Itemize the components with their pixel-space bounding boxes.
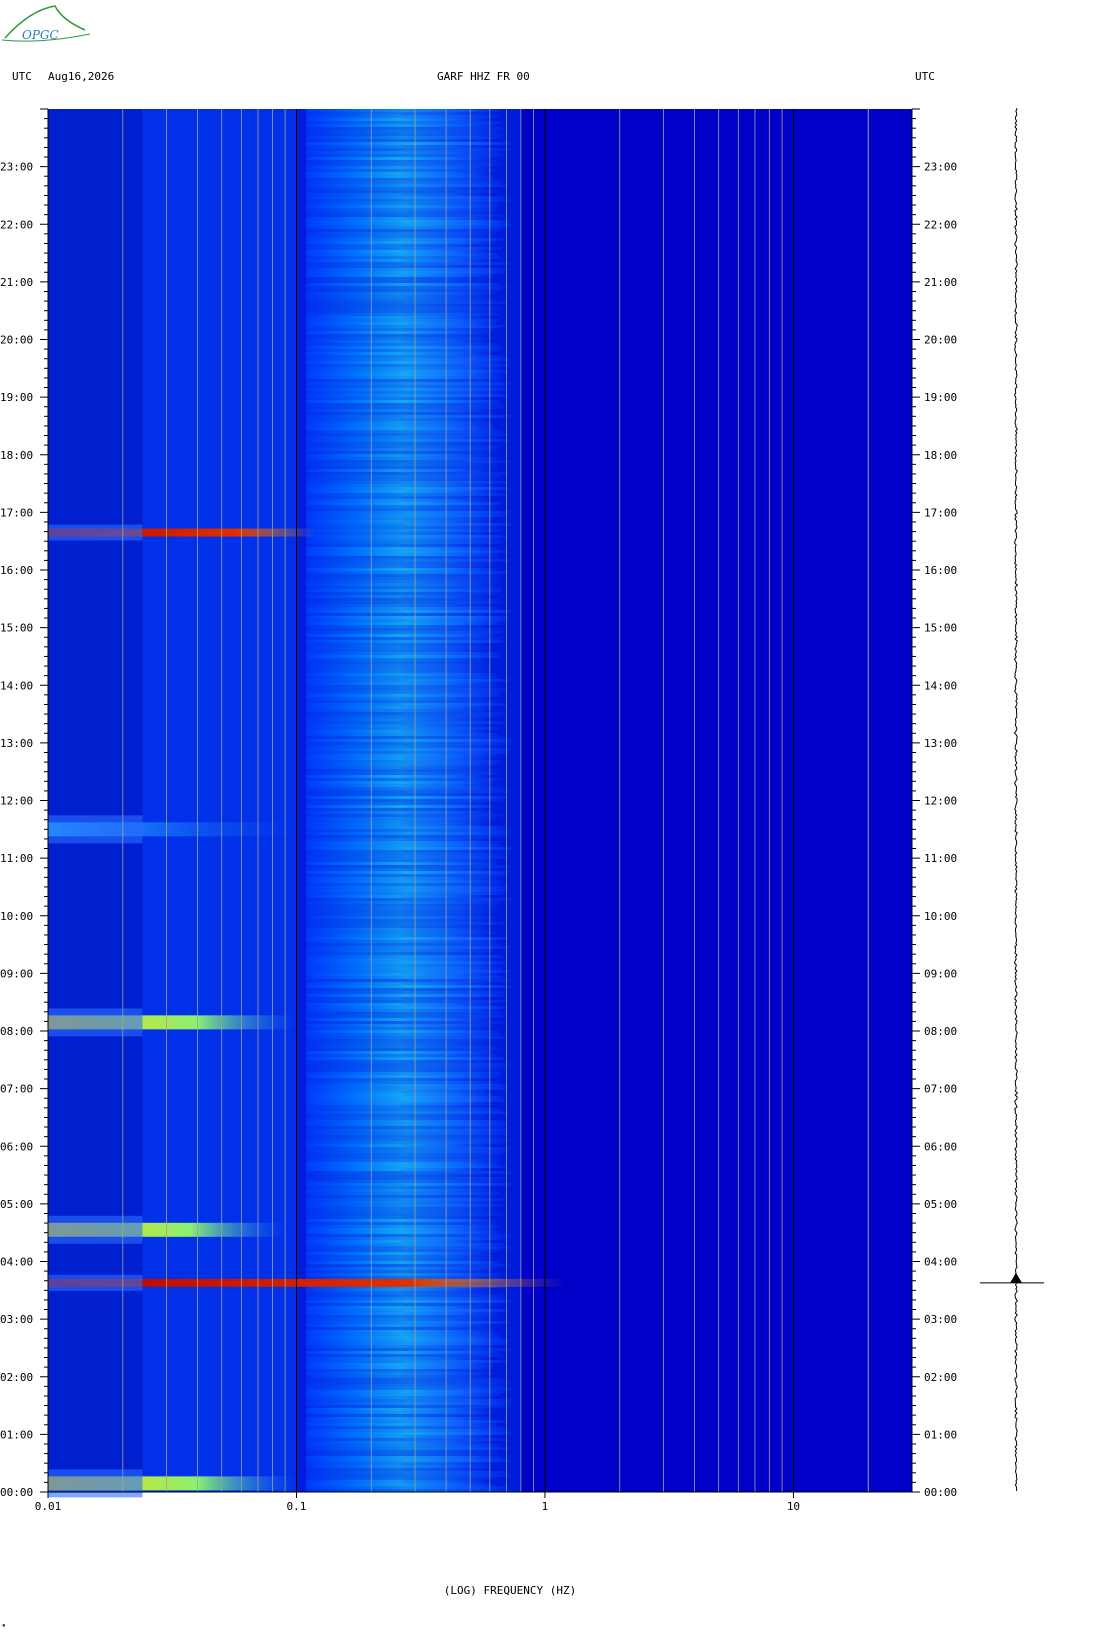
y-tick-label-left: 09:00 bbox=[0, 967, 33, 980]
y-tick-label-left: 02:00 bbox=[0, 1371, 33, 1384]
y-tick-label-left: 23:00 bbox=[0, 161, 33, 174]
y-tick-label-right: 13:00 bbox=[924, 737, 957, 750]
y-tick-label-left: 12:00 bbox=[0, 795, 33, 808]
event-band-lowfreq bbox=[48, 1469, 143, 1498]
footer-mark: ▪ bbox=[2, 1622, 6, 1629]
y-tick-label-right: 14:00 bbox=[924, 679, 957, 692]
event-band-lowfreq bbox=[48, 1215, 143, 1244]
y-tick-label-right: 17:00 bbox=[924, 506, 957, 519]
y-tick-label-right: 03:00 bbox=[924, 1313, 957, 1326]
event-band-lowfreq bbox=[48, 1274, 143, 1291]
y-tick-label-left: 21:00 bbox=[0, 276, 33, 289]
y-tick-label-right: 09:00 bbox=[924, 967, 957, 980]
y-tick-label-right: 00:00 bbox=[924, 1486, 957, 1499]
y-tick-label-right: 10:00 bbox=[924, 910, 957, 923]
x-tick-label: 1 bbox=[542, 1500, 549, 1513]
y-tick-label-right: 01:00 bbox=[924, 1428, 957, 1441]
y-tick-label-right: 23:00 bbox=[924, 161, 957, 174]
y-tick-label-right: 05:00 bbox=[924, 1198, 957, 1211]
y-tick-label-left: 22:00 bbox=[0, 218, 33, 231]
x-tick-label: 10 bbox=[787, 1500, 800, 1513]
y-tick-label-left: 06:00 bbox=[0, 1140, 33, 1153]
y-tick-label-right: 15:00 bbox=[924, 622, 957, 635]
y-tick-label-right: 08:00 bbox=[924, 1025, 957, 1038]
y-tick-label-left: 04:00 bbox=[0, 1256, 33, 1269]
y-tick-label-left: 10:00 bbox=[0, 910, 33, 923]
x-tick-label: 0.01 bbox=[35, 1500, 62, 1513]
y-tick-label-right: 11:00 bbox=[924, 852, 957, 865]
y-tick-label-left: 03:00 bbox=[0, 1313, 33, 1326]
y-tick-label-left: 15:00 bbox=[0, 622, 33, 635]
y-tick-label-left: 11:00 bbox=[0, 852, 33, 865]
seismogram-event-peak bbox=[1010, 1272, 1022, 1283]
seismogram-trace bbox=[980, 108, 1044, 1492]
y-tick-label-left: 08:00 bbox=[0, 1025, 33, 1038]
y-tick-label-left: 05:00 bbox=[0, 1198, 33, 1211]
event-band-lowfreq bbox=[48, 815, 143, 844]
y-tick-label-left: 01:00 bbox=[0, 1428, 33, 1441]
y-tick-label-right: 16:00 bbox=[924, 564, 957, 577]
y-tick-label-left: 18:00 bbox=[0, 449, 33, 462]
seismogram-line bbox=[1013, 108, 1019, 1492]
event-band-lowfreq bbox=[48, 524, 143, 541]
spectrogram-chart: 00:00 00:00 01:00 01:00 02:00 02:00 03:00 03:00… bbox=[0, 108, 1044, 1513]
y-tick-label-right: 20:00 bbox=[924, 334, 957, 347]
y-tick-label-left: 00:00 bbox=[0, 1486, 33, 1499]
y-tick-label-left: 20:00 bbox=[0, 334, 33, 347]
y-tick-label-left: 07:00 bbox=[0, 1083, 33, 1096]
x-tick-label: 0.1 bbox=[287, 1500, 307, 1513]
y-tick-label-left: 14:00 bbox=[0, 679, 33, 692]
y-tick-label-left: 13:00 bbox=[0, 737, 33, 750]
y-tick-label-left: 16:00 bbox=[0, 564, 33, 577]
y-tick-label-right: 18:00 bbox=[924, 449, 957, 462]
y-tick-label-right: 22:00 bbox=[924, 218, 957, 231]
y-tick-label-right: 06:00 bbox=[924, 1140, 957, 1153]
y-tick-label-left: 17:00 bbox=[0, 506, 33, 519]
y-tick-label-right: 02:00 bbox=[924, 1371, 957, 1384]
y-tick-label-right: 19:00 bbox=[924, 391, 957, 404]
event-band-lowfreq bbox=[48, 1008, 143, 1037]
x-axis-label: (LOG) FREQUENCY (HZ) bbox=[443, 1584, 577, 1597]
y-tick-label-right: 04:00 bbox=[924, 1256, 957, 1269]
y-tick-label-right: 21:00 bbox=[924, 276, 957, 289]
y-tick-label-right: 12:00 bbox=[924, 795, 957, 808]
y-tick-label-left: 19:00 bbox=[0, 391, 33, 404]
y-tick-label-right: 07:00 bbox=[924, 1083, 957, 1096]
